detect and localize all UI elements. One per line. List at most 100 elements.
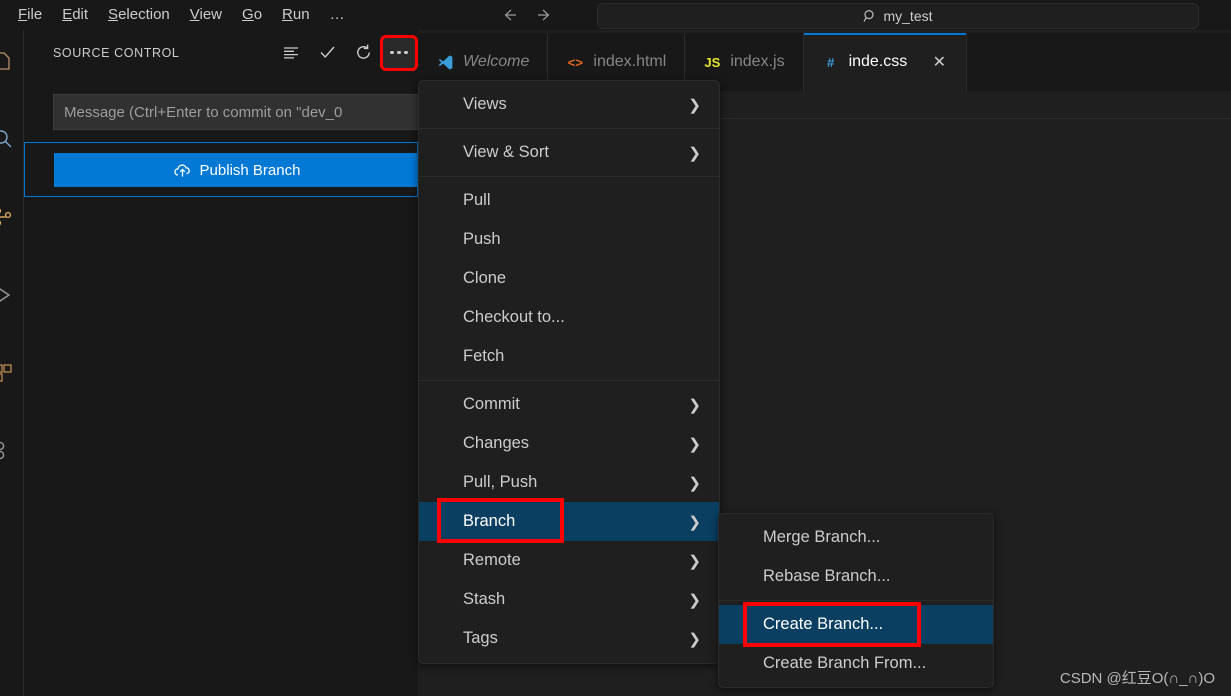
menu-mnemonic: V (189, 6, 200, 23)
source-control-sidebar: SOURCE CONTROL Message (Ctrl+Enter to co… (24, 30, 426, 696)
context-menu-item-branch[interactable]: Branch ❯ (419, 498, 719, 543)
submenu-item-rebase-branch[interactable]: Rebase Branch... (719, 557, 993, 596)
publish-branch-label: Publish Branch (199, 161, 301, 179)
context-menu-item-commit[interactable]: Commit ❯ (419, 385, 719, 424)
submenu-item-label: Merge Branch... (763, 528, 881, 546)
context-menu-item-pull-push[interactable]: Pull, Push ❯ (419, 463, 719, 502)
submenu-item-create-branch[interactable]: Create Branch... (719, 602, 993, 647)
files-explorer-icon[interactable] (0, 44, 20, 78)
menu-item-selection[interactable]: Selection (98, 0, 180, 30)
context-menu-item-label: Remote (463, 551, 521, 569)
menu-item-run[interactable]: Run (272, 0, 320, 30)
chevron-right-icon: ❯ (688, 144, 701, 162)
command-center-search[interactable]: my_test (597, 3, 1199, 29)
navigation-arrows (500, 0, 554, 30)
menu-separator (419, 380, 719, 381)
html-icon: <> (567, 54, 583, 70)
submenu-item-label: Rebase Branch... (763, 567, 891, 585)
menu-label-rest: ile (27, 6, 43, 23)
submenu-item-label: Create Branch From... (763, 654, 927, 672)
context-menu-item-view-sort[interactable]: View & Sort ❯ (419, 133, 719, 172)
menu-more-icon[interactable]: … (320, 0, 357, 30)
context-menu-item-changes[interactable]: Changes ❯ (419, 424, 719, 463)
context-menu-item-push[interactable]: Push (419, 220, 719, 259)
menu-separator (419, 176, 719, 177)
search-icon[interactable] (0, 122, 20, 156)
more-actions-icon[interactable] (380, 34, 418, 71)
menu-label-rest: iew (199, 6, 223, 23)
chevron-right-icon: ❯ (688, 513, 701, 531)
close-icon[interactable]: ✕ (930, 53, 948, 71)
menu-item-view[interactable]: View (180, 0, 232, 30)
context-menu-item-label: Clone (463, 269, 507, 287)
chevron-right-icon: ❯ (688, 591, 701, 609)
vscode-logo-icon (436, 53, 454, 71)
menu-mnemonic: G (242, 6, 254, 23)
source-control-icon[interactable] (0, 200, 20, 234)
context-menu-item-label: Changes (463, 434, 530, 452)
context-menu-item-clone[interactable]: Clone (419, 259, 719, 298)
publish-branch-button[interactable]: Publish Branch (54, 153, 419, 187)
menu-label-rest: un (292, 6, 310, 23)
context-menu-item-checkout-to[interactable]: Checkout to... (419, 298, 719, 337)
menu-mnemonic: S (108, 6, 119, 23)
context-menu-item-fetch[interactable]: Fetch (419, 337, 719, 376)
menu-label-rest: o (253, 6, 263, 23)
menu-mnemonic: E (62, 6, 73, 23)
cloud-upload-icon (173, 161, 192, 180)
context-menu-item-label: Tags (463, 629, 498, 647)
js-icon: JS (704, 54, 721, 70)
search-icon (863, 9, 877, 23)
context-menu-item-pull[interactable]: Pull (419, 181, 719, 220)
context-menu-item-views[interactable]: Views ❯ (419, 85, 719, 124)
context-menu-item-label: Fetch (463, 347, 505, 365)
css-icon: # (826, 54, 835, 70)
source-control-title: SOURCE CONTROL (53, 45, 180, 60)
publish-branch-row: Publish Branch (24, 142, 419, 197)
context-menu-item-label: Push (463, 230, 501, 248)
chevron-right-icon: ❯ (688, 435, 701, 453)
menu-bar: File Edit Selection View Go Run… (0, 0, 357, 30)
tab-label: inde.css (848, 53, 908, 70)
commit-message-placeholder: Message (Ctrl+Enter to commit on "dev_0 (64, 103, 343, 121)
editor-tab-inde-css[interactable]: # inde.css ✕ (803, 33, 968, 91)
context-menu-item-label: Pull, Push (463, 473, 538, 491)
context-menu-item-label: View & Sort (463, 143, 549, 161)
context-menu-item-label: Checkout to... (463, 308, 565, 326)
source-control-context-menu: Views ❯ View & Sort ❯ Pull Push Clone Checkout … (418, 80, 720, 664)
chevron-right-icon: ❯ (688, 396, 701, 414)
submenu-item-merge-branch[interactable]: Merge Branch... (719, 518, 993, 557)
watermark: CSDN @红豆O(∩_∩)O (1059, 670, 1215, 687)
menu-mnemonic: R (282, 6, 293, 23)
menu-item-edit[interactable]: Edit (52, 0, 98, 30)
commit-message-input[interactable]: Message (Ctrl+Enter to commit on "dev_0 (53, 94, 426, 130)
menu-item-file[interactable]: File (8, 0, 52, 30)
submenu-item-label: Create Branch... (763, 615, 884, 633)
commit-check-icon[interactable] (309, 36, 345, 70)
chevron-right-icon: ❯ (688, 552, 701, 570)
view-as-list-icon[interactable] (273, 36, 309, 70)
menu-label-rest: election (118, 6, 170, 23)
context-menu-item-label: Commit (463, 395, 520, 413)
context-menu-item-remote[interactable]: Remote ❯ (419, 541, 719, 580)
context-menu-item-tags[interactable]: Tags ❯ (419, 619, 719, 658)
menu-item-go[interactable]: Go (232, 0, 272, 30)
extensions-icon[interactable] (0, 356, 20, 390)
source-control-header: SOURCE CONTROL (24, 34, 418, 71)
source-control-toolbar (273, 34, 418, 71)
tab-label: index.html (593, 53, 667, 70)
chevron-right-icon: ❯ (688, 630, 701, 648)
tab-label: Welcome (463, 53, 530, 70)
menu-label-rest: dit (72, 6, 89, 23)
branch-submenu: Merge Branch... Rebase Branch... Create Br… (718, 513, 994, 688)
menu-mnemonic: F (18, 6, 28, 23)
refresh-icon[interactable] (345, 36, 381, 70)
arrow-left-icon[interactable] (500, 6, 518, 24)
tab-label: index.js (730, 53, 785, 70)
run-debug-icon[interactable] (0, 278, 20, 312)
context-menu-item-stash[interactable]: Stash ❯ (419, 580, 719, 619)
remote-explorer-icon[interactable] (0, 434, 20, 468)
arrow-right-icon[interactable] (536, 6, 554, 24)
submenu-item-create-branch-from[interactable]: Create Branch From... (719, 644, 993, 683)
context-menu-item-label: Pull (463, 191, 491, 209)
